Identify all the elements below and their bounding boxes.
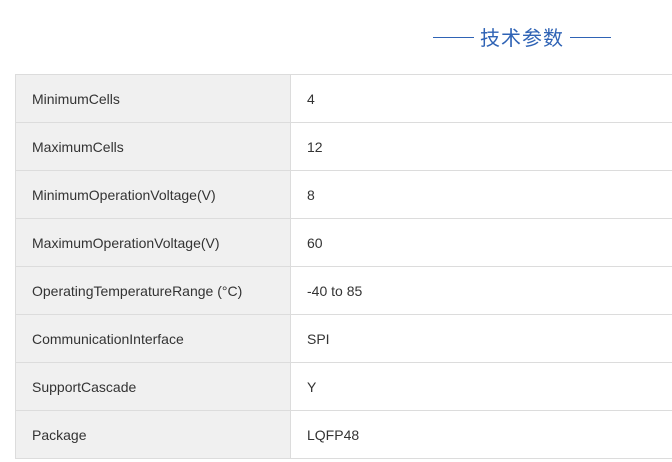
table-row: OperatingTemperatureRange (°C) -40 to 85: [15, 266, 672, 315]
table-row: CommunicationInterface SPI: [15, 314, 672, 363]
table-row: SupportCascade Y: [15, 362, 672, 411]
table-row: MinimumCells 4: [15, 74, 672, 123]
spec-table: MinimumCells 4 MaximumCells 12 MinimumOp…: [15, 74, 672, 459]
spec-value-cell: -40 to 85: [290, 266, 672, 315]
title-right-rule: [570, 36, 611, 38]
spec-name-cell: CommunicationInterface: [15, 314, 291, 363]
spec-name-cell: Package: [15, 410, 291, 459]
table-row: MinimumOperationVoltage(V) 8: [15, 170, 672, 219]
spec-name-cell: MinimumOperationVoltage(V): [15, 170, 291, 219]
spec-value-cell: 12: [290, 122, 672, 171]
spec-name-cell: MaximumCells: [15, 122, 291, 171]
section-title-text: 技术参数: [480, 25, 564, 50]
spec-value-cell: SPI: [290, 314, 672, 363]
spec-value-cell: LQFP48: [290, 410, 672, 459]
section-title: 技术参数: [432, 20, 612, 52]
table-row: MaximumCells 12: [15, 122, 672, 171]
table-row: MaximumOperationVoltage(V) 60: [15, 218, 672, 267]
spec-name-cell: MaximumOperationVoltage(V): [15, 218, 291, 267]
spec-name-cell: SupportCascade: [15, 362, 291, 411]
spec-name-cell: OperatingTemperatureRange (°C): [15, 266, 291, 315]
spec-value-cell: 60: [290, 218, 672, 267]
spec-value-cell: 4: [290, 74, 672, 123]
spec-value-cell: 8: [290, 170, 672, 219]
spec-name-cell: MinimumCells: [15, 74, 291, 123]
spec-value-cell: Y: [290, 362, 672, 411]
title-left-rule: [433, 36, 474, 38]
table-row: Package LQFP48: [15, 410, 672, 459]
